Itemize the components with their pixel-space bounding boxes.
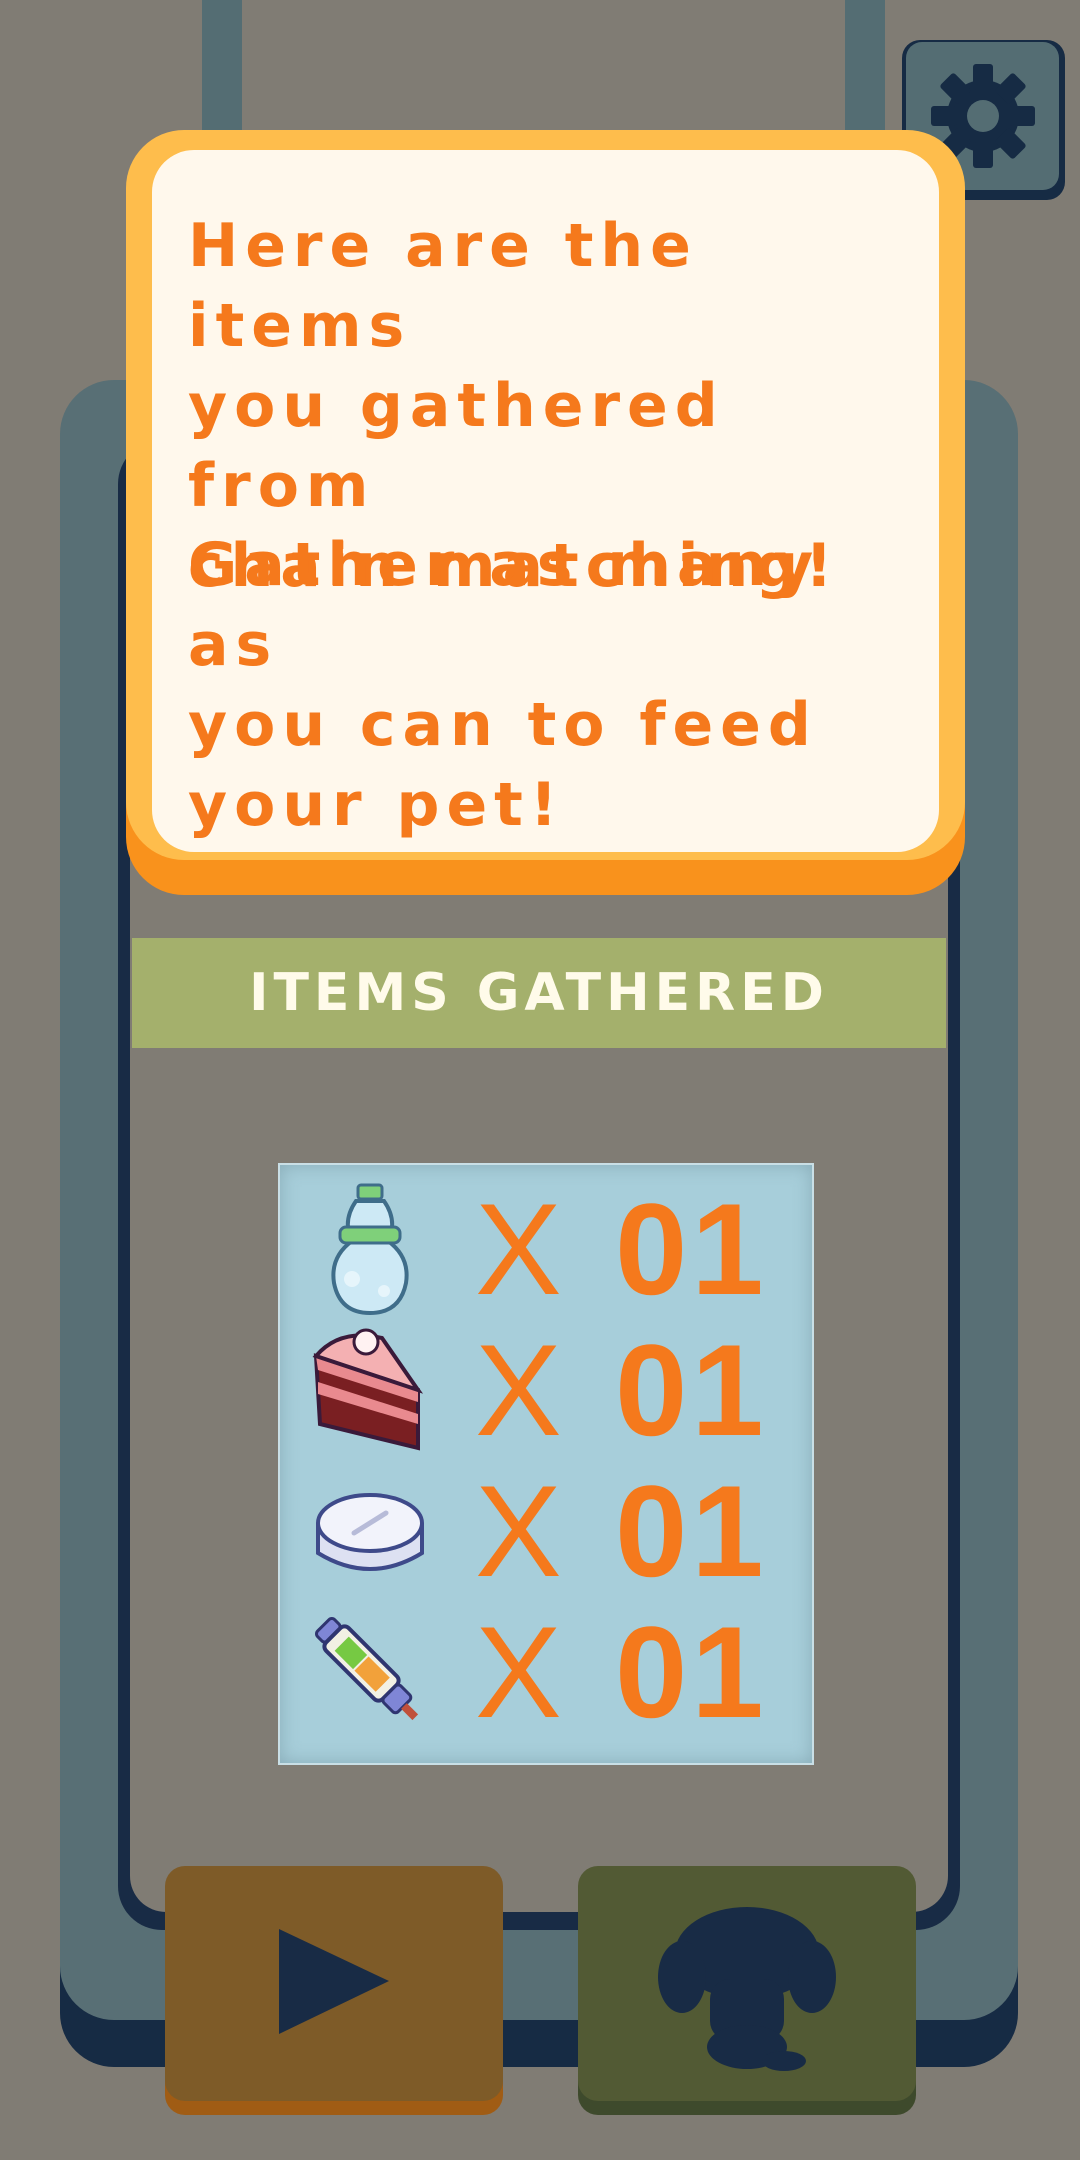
item-x: X [475, 1317, 562, 1463]
frame-rail-right [845, 0, 885, 150]
item-x: X [475, 1458, 562, 1604]
list-item: X 01 [280, 1179, 812, 1319]
item-x: X [475, 1176, 562, 1322]
item-count: 01 [615, 1599, 768, 1745]
pet-button[interactable] [578, 1866, 916, 2101]
tutorial-text-2: Gather as many as you can to feed your p… [188, 530, 821, 840]
syringe-pen-icon [315, 1617, 419, 1721]
cake-slice-icon [312, 1328, 424, 1451]
list-item: X 01 [280, 1320, 812, 1460]
item-count: 01 [615, 1317, 768, 1463]
pet-silhouette-icon [658, 1906, 836, 2071]
water-bottle-icon [331, 1183, 409, 1316]
play-button[interactable] [165, 1866, 503, 2101]
frame-rail-left [202, 0, 242, 150]
play-icon [279, 1928, 389, 2034]
list-item: X 01 [280, 1602, 812, 1742]
items-gathered-title: ITEMS GATHERED [249, 963, 829, 1023]
list-item: X 01 [280, 1461, 812, 1601]
item-x: X [475, 1599, 562, 1745]
item-count: 01 [615, 1458, 768, 1604]
item-count: 01 [615, 1176, 768, 1322]
items-gathered-header: ITEMS GATHERED [132, 938, 946, 1048]
pill-tablet-icon [316, 1493, 424, 1571]
items-list: X 01 X 01 X 01 X 01 [278, 1163, 814, 1765]
